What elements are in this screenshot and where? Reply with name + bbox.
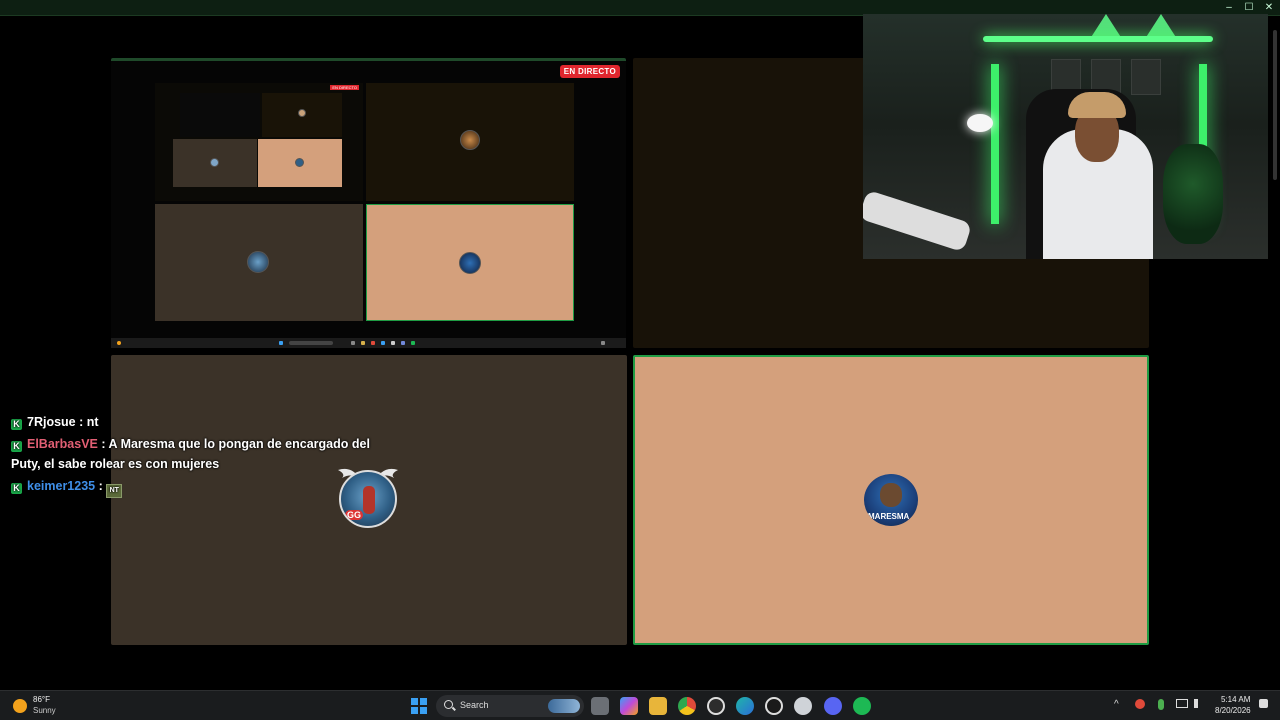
mini-avatar bbox=[295, 158, 304, 167]
chrome-icon[interactable] bbox=[678, 697, 696, 715]
microphone-icon[interactable] bbox=[1158, 699, 1164, 710]
chat-username: 7Rjosue bbox=[27, 415, 76, 429]
chat-text: nt bbox=[86, 415, 99, 429]
chat-message: K 7Rjosue : nt bbox=[11, 412, 371, 432]
participant-avatar-right: MARESMA bbox=[864, 474, 918, 526]
nested-mini-tile bbox=[262, 93, 342, 137]
clock-time[interactable]: 5:14 AM bbox=[1221, 695, 1250, 704]
obs-icon[interactable] bbox=[707, 697, 725, 715]
nested-screen-tile: EN DIRECTO bbox=[155, 83, 363, 201]
nested-taskbar bbox=[111, 338, 626, 348]
discord-icon[interactable] bbox=[824, 697, 842, 715]
folder-icon[interactable] bbox=[649, 697, 667, 715]
weather-temperature[interactable]: 86°F bbox=[33, 695, 50, 704]
nested-avatar bbox=[460, 130, 480, 150]
avatar-badge: GG bbox=[345, 510, 364, 520]
maximize-button[interactable]: ☐ bbox=[1244, 1, 1254, 15]
chat-separator: : bbox=[97, 437, 109, 451]
chat-badge-icon: K bbox=[11, 441, 22, 452]
chat-badge-icon: K bbox=[11, 419, 22, 430]
mini-live-badge: EN DIRECTO bbox=[330, 85, 359, 90]
nested-peach-tile bbox=[366, 204, 574, 321]
steam-icon[interactable] bbox=[794, 697, 812, 715]
edge-icon[interactable] bbox=[736, 697, 754, 715]
weather-condition[interactable]: Sunny bbox=[33, 706, 56, 715]
chat-message: K ElBarbasVE : A Maresma que lo pongan de… bbox=[11, 434, 371, 474]
search-highlight-image bbox=[548, 699, 580, 713]
windows-start-icon[interactable] bbox=[411, 698, 427, 714]
mini-avatar bbox=[298, 109, 306, 117]
taskbar-search-box[interactable]: Search bbox=[436, 695, 584, 717]
nested-mini-tile bbox=[258, 139, 342, 187]
nested-call-grid: EN DIRECTO bbox=[155, 83, 574, 321]
taskbar: 86°F Sunny Search ^ 5:14 AM 8/20/2026 bbox=[0, 690, 1280, 720]
clock-date[interactable]: 8/20/2026 bbox=[1215, 706, 1251, 715]
spotify-icon[interactable] bbox=[853, 697, 871, 715]
chatgpt-icon[interactable] bbox=[765, 697, 783, 715]
chat-separator: : bbox=[75, 415, 87, 429]
nested-avatar bbox=[247, 251, 269, 273]
chat-message: Kkeimer1235 : NT bbox=[11, 476, 371, 498]
notification-icon[interactable] bbox=[1259, 699, 1268, 708]
chat-username: ElBarbasVE bbox=[27, 437, 98, 451]
nt-emote-icon: NT bbox=[106, 484, 123, 498]
nested-mini-tile bbox=[180, 93, 260, 137]
sun-icon[interactable] bbox=[13, 699, 27, 713]
tray-app-icon[interactable] bbox=[1135, 699, 1145, 709]
chat-separator: : bbox=[95, 479, 107, 493]
live-badge: EN DIRECTO bbox=[559, 65, 620, 78]
file-explorer-icon[interactable] bbox=[591, 697, 609, 715]
chevron-up-icon[interactable]: ^ bbox=[1114, 699, 1119, 710]
nested-avatar bbox=[459, 252, 481, 274]
chat-badge-icon: K bbox=[11, 483, 22, 494]
minimize-button[interactable]: – bbox=[1224, 1, 1234, 15]
screen-share-tile: EN DIRECTO EN DIRECTO bbox=[111, 58, 626, 348]
chat-overlay: K 7Rjosue : nt K ElBarbasVE : A Maresma qu… bbox=[11, 412, 371, 500]
copilot-icon[interactable] bbox=[620, 697, 638, 715]
close-button[interactable]: ✕ bbox=[1264, 1, 1274, 15]
avatar-text: MARESMA bbox=[868, 512, 910, 521]
network-icon[interactable] bbox=[1176, 699, 1188, 708]
nested-mini-tile bbox=[173, 139, 257, 187]
chat-username: keimer1235 bbox=[27, 479, 96, 493]
search-icon bbox=[444, 700, 453, 709]
nested-dark-tile bbox=[366, 83, 574, 201]
scrollbar[interactable] bbox=[1273, 30, 1277, 180]
mini-avatar bbox=[210, 158, 219, 167]
search-label: Search bbox=[460, 700, 489, 710]
webcam-overlay bbox=[863, 14, 1268, 259]
volume-icon[interactable] bbox=[1194, 699, 1204, 708]
nested-brown-tile bbox=[155, 204, 363, 321]
